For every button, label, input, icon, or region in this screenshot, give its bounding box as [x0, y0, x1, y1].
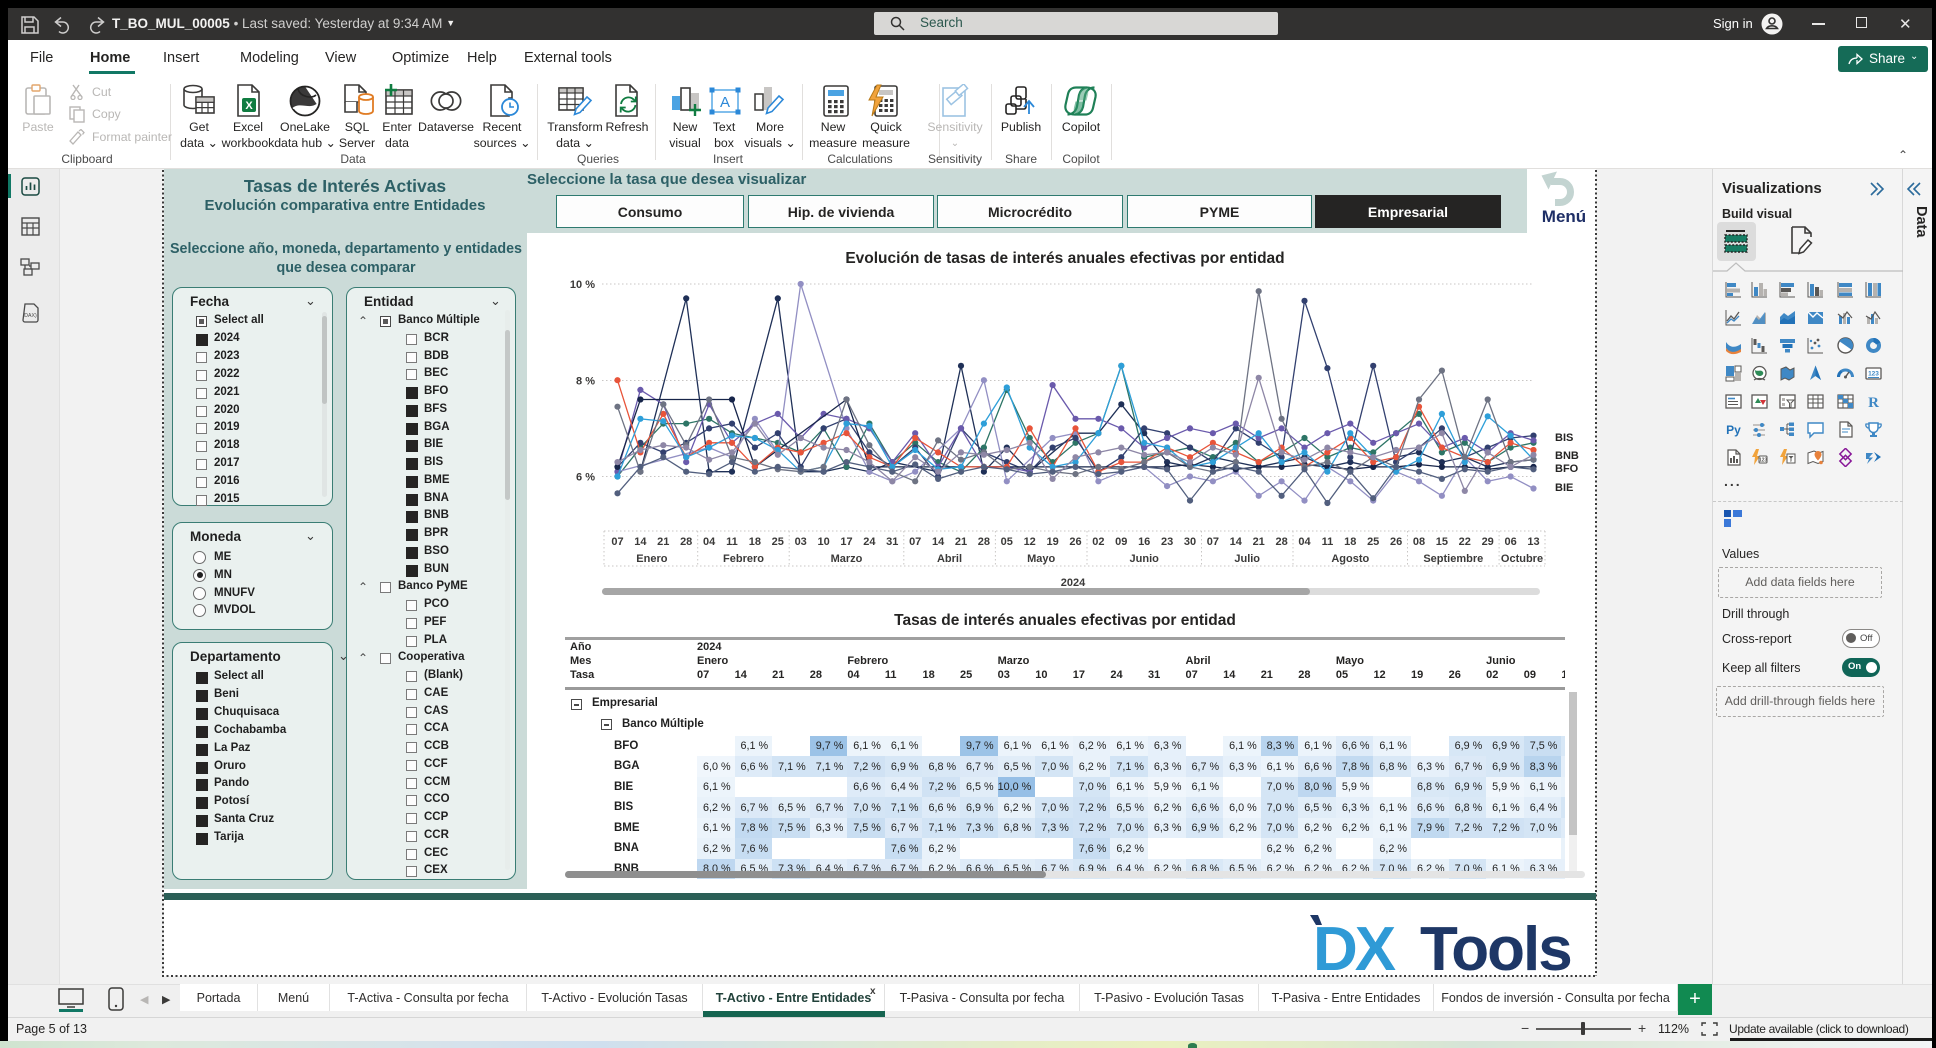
svg-text:123: 123: [1868, 371, 1879, 378]
svg-text:Febrero: Febrero: [723, 553, 764, 565]
svg-text:Py: Py: [1726, 423, 1741, 437]
svg-text:123: 123: [1759, 458, 1768, 464]
svg-text:Agosto: Agosto: [1331, 553, 1369, 565]
svg-text:DAX): DAX): [24, 313, 37, 319]
svg-text:8 %: 8 %: [576, 376, 595, 388]
svg-text:26: 26: [1069, 536, 1081, 548]
svg-text:21: 21: [1253, 536, 1265, 548]
svg-text:07: 07: [1207, 536, 1219, 548]
svg-text:Tools: Tools: [1420, 915, 1571, 978]
svg-text:19: 19: [1046, 536, 1058, 548]
svg-text:07: 07: [909, 536, 921, 548]
svg-text:28: 28: [680, 536, 692, 548]
svg-text:23: 23: [1161, 536, 1173, 548]
svg-text:Enero: Enero: [636, 553, 667, 565]
svg-text:28: 28: [978, 536, 990, 548]
svg-text:10: 10: [817, 536, 829, 548]
svg-text:DX: DX: [1313, 915, 1396, 978]
svg-text:BFO: BFO: [1555, 463, 1579, 475]
svg-text:25: 25: [1367, 536, 1379, 548]
svg-text:07: 07: [611, 536, 623, 548]
svg-text:Evolución de tasas de interés: Evolución de tasas de interés anuales ef…: [845, 250, 1284, 267]
svg-text:14: 14: [634, 536, 647, 548]
svg-text:13: 13: [1527, 536, 1539, 548]
svg-text:22: 22: [1459, 536, 1471, 548]
svg-text:Septiembre: Septiembre: [1423, 553, 1483, 565]
svg-text:6 %: 6 %: [576, 472, 595, 484]
svg-text:21: 21: [657, 536, 669, 548]
svg-text:X: X: [245, 100, 253, 112]
svg-text:A: A: [720, 94, 730, 111]
svg-text:25: 25: [772, 536, 784, 548]
svg-text:2024: 2024: [1061, 577, 1086, 589]
svg-text:14: 14: [932, 536, 945, 548]
svg-text:03: 03: [795, 536, 807, 548]
svg-text:15: 15: [1436, 536, 1448, 548]
svg-text:30: 30: [1184, 536, 1196, 548]
svg-text:04: 04: [1298, 536, 1311, 548]
svg-text:28: 28: [1275, 536, 1287, 548]
svg-text:10 %: 10 %: [570, 279, 595, 291]
svg-text:BNB: BNB: [1555, 450, 1579, 462]
svg-text:14: 14: [1230, 536, 1243, 548]
svg-text:Mayo: Mayo: [1027, 553, 1055, 565]
svg-text:BIE: BIE: [1555, 482, 1573, 494]
svg-text:17: 17: [840, 536, 852, 548]
svg-text:Abril: Abril: [937, 553, 962, 565]
svg-text:18: 18: [1344, 536, 1356, 548]
svg-text:Junio: Junio: [1130, 553, 1160, 565]
svg-text:05: 05: [1001, 536, 1013, 548]
svg-text:06: 06: [1504, 536, 1516, 548]
svg-text:24: 24: [863, 536, 876, 548]
svg-text:09: 09: [1115, 536, 1127, 548]
svg-text:Marzo: Marzo: [831, 553, 863, 565]
svg-text:21: 21: [955, 536, 967, 548]
svg-text:Octubre: Octubre: [1501, 553, 1543, 565]
svg-text:31: 31: [886, 536, 898, 548]
svg-text:11: 11: [1322, 536, 1334, 548]
svg-text:R: R: [1868, 395, 1879, 411]
svg-text:26: 26: [1390, 536, 1402, 548]
svg-text:Julio: Julio: [1234, 553, 1260, 565]
svg-text:04: 04: [703, 536, 716, 548]
svg-text:16: 16: [1138, 536, 1150, 548]
svg-text:02: 02: [1092, 536, 1104, 548]
svg-text:18: 18: [749, 536, 761, 548]
svg-text:08: 08: [1413, 536, 1425, 548]
svg-text:12: 12: [1024, 536, 1036, 548]
svg-text:BIS: BIS: [1555, 432, 1573, 444]
svg-text:11: 11: [726, 536, 738, 548]
svg-text:29: 29: [1482, 536, 1494, 548]
